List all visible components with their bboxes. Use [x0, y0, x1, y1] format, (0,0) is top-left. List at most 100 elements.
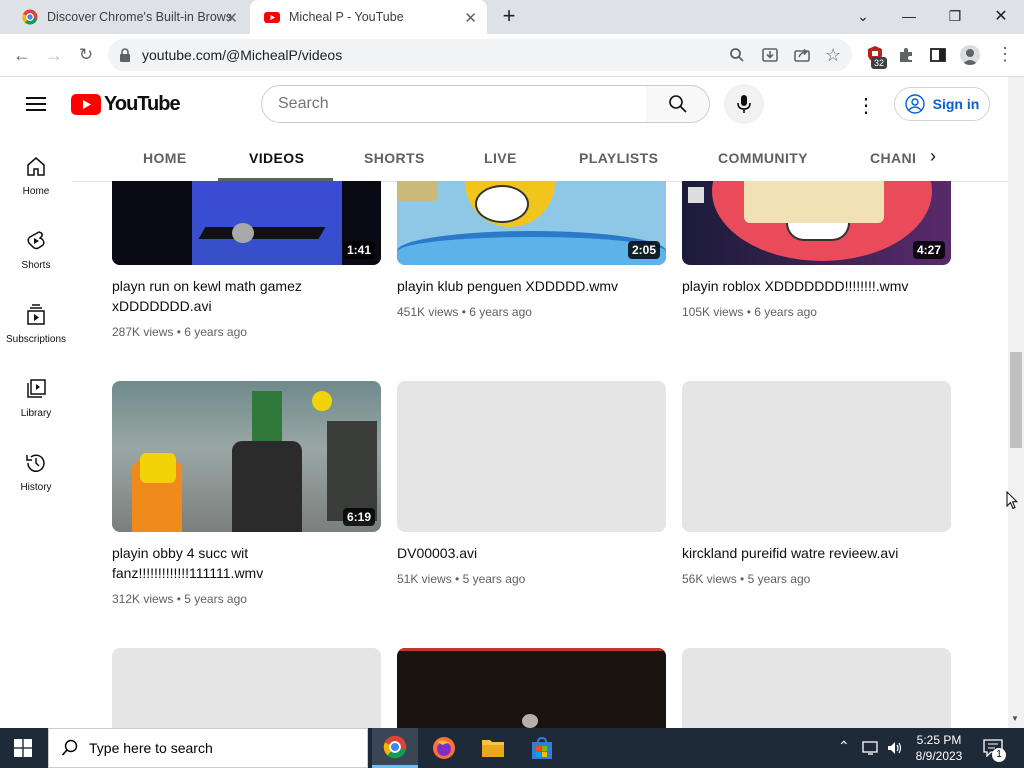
youtube-favicon-icon	[264, 9, 280, 25]
hamburger-menu-icon[interactable]	[26, 96, 46, 117]
search-placeholder: Search	[278, 95, 329, 112]
restore-button[interactable]: ❐	[932, 0, 978, 32]
history-icon	[26, 454, 45, 472]
video-duration: 4:27	[912, 241, 945, 259]
nav-subscriptions[interactable]: Subscriptions	[0, 303, 72, 345]
windows-start-icon[interactable]	[14, 739, 32, 762]
tab-playlists[interactable]: PLAYLISTS	[579, 150, 658, 166]
close-window-button[interactable]: ✕	[978, 0, 1024, 32]
install-app-icon[interactable]	[761, 46, 779, 69]
video-title[interactable]: playin roblox XDDDDDDD!!!!!!!!.wmv	[682, 276, 951, 296]
extensions-puzzle-icon[interactable]	[897, 46, 915, 69]
search-button[interactable]	[646, 85, 710, 123]
microphone-icon	[737, 95, 751, 113]
video-thumbnail[interactable]	[397, 381, 666, 532]
video-meta: 51K views • 5 years ago	[397, 572, 526, 586]
nav-label: Shorts	[21, 260, 51, 271]
bookmark-star-icon[interactable]: ☆	[825, 45, 841, 66]
taskbar-search-input[interactable]: Type here to search	[48, 728, 368, 768]
tab-title: Discover Chrome's Built-in Brows	[47, 10, 233, 24]
reload-icon[interactable]: ↻	[72, 41, 100, 69]
tab-shorts[interactable]: SHORTS	[364, 150, 425, 166]
view-count: 312K views	[112, 592, 174, 606]
back-arrow-icon[interactable]: ←	[8, 41, 36, 69]
tab-community[interactable]: COMMUNITY	[718, 150, 808, 166]
file-explorer-icon[interactable]	[481, 737, 505, 764]
video-meta: 451K views • 6 years ago	[397, 305, 532, 319]
video-title[interactable]: playn run on kewl math gamez xDDDDDDD.av…	[112, 276, 381, 316]
minimize-button[interactable]: —	[886, 0, 932, 32]
tab-videos[interactable]: VIDEOS	[249, 150, 304, 166]
zoom-search-icon[interactable]	[729, 47, 745, 68]
chrome-menu-icon[interactable]: ⋮	[996, 44, 1014, 65]
video-title[interactable]: playin klub penguen XDDDDD.wmv	[397, 276, 666, 296]
notification-count-badge: 1	[992, 748, 1006, 762]
search-icon	[668, 95, 687, 113]
nav-label: Library	[20, 408, 52, 419]
tab-title: Micheal P - YouTube	[289, 10, 404, 24]
video-thumbnail[interactable]: 6:19	[112, 381, 381, 532]
video-meta: 105K views • 6 years ago	[682, 305, 817, 319]
firefox-icon[interactable]	[432, 736, 456, 765]
side-panel-icon[interactable]	[929, 46, 947, 69]
account-circle-icon	[904, 94, 925, 114]
video-meta: 312K views • 5 years ago	[112, 592, 247, 606]
lock-icon[interactable]	[119, 48, 131, 67]
upload-age: 5 years ago	[462, 572, 526, 586]
home-icon	[27, 157, 45, 176]
tab-live[interactable]: LIVE	[484, 150, 517, 166]
nav-label: History	[20, 482, 52, 493]
video-title[interactable]: playin obby 4 succ wit fanz!!!!!!!!!!!!!…	[112, 543, 381, 583]
tab-search-chevron-icon[interactable]: ⌄	[840, 0, 886, 32]
nav-shorts[interactable]: Shorts	[0, 229, 72, 271]
video-duration: 1:41	[342, 241, 375, 259]
search-input[interactable]: Search	[261, 85, 647, 123]
nav-library[interactable]: Library	[0, 377, 72, 419]
new-tab-button[interactable]: +	[498, 5, 520, 27]
chevron-right-icon[interactable]: ›	[930, 146, 936, 167]
nav-home[interactable]: Home	[0, 155, 72, 197]
url-text[interactable]: youtube.com/@MichealP/videos	[142, 47, 342, 63]
network-icon[interactable]	[862, 740, 880, 761]
browser-tab-youtube[interactable]: Micheal P - YouTube ✕	[250, 0, 487, 34]
taskbar-clock[interactable]: 5:25 PM 8/9/2023	[906, 732, 972, 764]
tab-home[interactable]: HOME	[143, 150, 187, 166]
nav-history[interactable]: History	[0, 451, 72, 493]
browser-tab-chrome[interactable]: Discover Chrome's Built-in Brows ✕	[8, 0, 248, 34]
video-thumbnail[interactable]	[397, 648, 666, 728]
taskbar-chrome-button[interactable]	[372, 728, 418, 768]
close-tab-icon[interactable]: ✕	[225, 9, 238, 27]
upload-age: 6 years ago	[469, 305, 532, 319]
video-thumbnail[interactable]: 4:27	[682, 181, 951, 265]
tab-channels[interactable]: CHANI	[870, 150, 916, 166]
upload-age: 6 years ago	[754, 305, 817, 319]
channel-tabs	[72, 133, 1008, 182]
settings-kebab-icon[interactable]: ⋮	[856, 93, 876, 118]
youtube-logo-text: YouTube	[104, 93, 181, 115]
video-title[interactable]: DV00003.avi	[397, 543, 666, 563]
video-title[interactable]: kirckland pureifid watre revieew.avi	[682, 543, 951, 563]
voice-search-button[interactable]	[724, 84, 764, 124]
scroll-down-arrow-icon[interactable]: ▼	[1011, 714, 1019, 723]
scrollbar-thumb[interactable]	[1010, 352, 1022, 448]
video-thumbnail[interactable]	[682, 381, 951, 532]
volume-icon[interactable]	[886, 740, 904, 761]
video-thumbnail[interactable]: 1:41	[112, 181, 381, 265]
close-tab-icon[interactable]: ✕	[464, 9, 477, 27]
subscriptions-icon	[27, 304, 45, 325]
microsoft-store-icon[interactable]	[530, 736, 554, 765]
video-thumbnail[interactable]	[112, 648, 381, 728]
youtube-logo[interactable]: YouTube	[71, 93, 181, 116]
view-count: 56K views	[682, 572, 737, 586]
chevron-up-icon[interactable]: ⌃	[838, 738, 850, 755]
video-meta: 56K views • 5 years ago	[682, 572, 811, 586]
clock-time: 5:25 PM	[916, 733, 962, 747]
video-thumbnail[interactable]: 2:05	[397, 181, 666, 265]
view-count: 105K views	[682, 305, 744, 319]
profile-avatar-icon[interactable]	[960, 45, 980, 65]
share-icon[interactable]	[793, 46, 811, 69]
video-thumbnail[interactable]	[682, 648, 951, 728]
video-meta: 287K views • 6 years ago	[112, 325, 247, 339]
forward-arrow-icon[interactable]: →	[40, 41, 68, 69]
sign-in-button[interactable]: Sign in	[894, 87, 990, 121]
